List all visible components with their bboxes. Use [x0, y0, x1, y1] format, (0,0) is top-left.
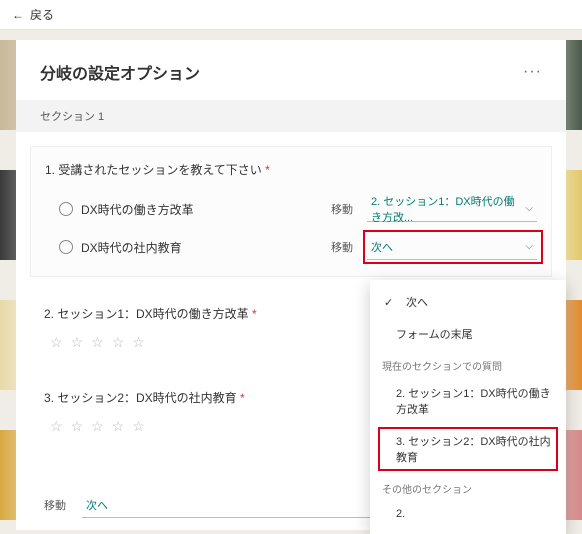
star-icon: ☆	[132, 418, 145, 435]
star-icon: ☆	[132, 334, 145, 351]
check-icon: ✓	[384, 296, 398, 309]
star-icon: ☆	[91, 334, 104, 351]
menu-header-current: 現在のセクションでの質問	[370, 350, 566, 377]
go-label: 移動	[44, 497, 66, 513]
go-label: 移動	[331, 239, 353, 255]
required-mark: *	[240, 391, 245, 405]
question-1-title: 1. 受講されたセッションを教えて下さい *	[45, 161, 537, 178]
star-icon: ☆	[50, 418, 63, 435]
option-a-row: DX時代の働き方改革 移動 2. セッション1：DX時代の働き方改... ⌵	[45, 190, 537, 228]
star-icon: ☆	[71, 418, 84, 435]
chevron-down-icon: ⌵	[525, 203, 533, 214]
more-icon[interactable]: ···	[523, 63, 542, 81]
menu-item-other-section[interactable]: 2.	[370, 500, 566, 528]
option-a-label: DX時代の働き方改革	[81, 201, 323, 218]
question-1-card: 1. 受講されたセッションを教えて下さい * DX時代の働き方改革 移動 2. …	[30, 146, 552, 277]
back-button[interactable]: ← 戻る	[12, 6, 54, 23]
required-mark: *	[252, 307, 257, 321]
menu-item-session2[interactable]: 3. セッション2：DX時代の社内教育	[370, 425, 566, 473]
radio-icon[interactable]	[59, 240, 73, 254]
target-dropdown-menu: ✓ 次へ フォームの末尾 現在のセクションでの質問 2. セッション1：DX時代…	[370, 280, 566, 534]
menu-item-session1[interactable]: 2. セッション1：DX時代の働き方改革	[370, 377, 566, 425]
option-a-target-dropdown[interactable]: 2. セッション1：DX時代の働き方改... ⌵	[367, 196, 537, 222]
page-title: 分岐の設定オプション	[40, 60, 200, 84]
star-icon: ☆	[91, 418, 104, 435]
menu-header-other: その他のセクション	[370, 473, 566, 500]
option-b-label: DX時代の社内教育	[81, 239, 323, 256]
chevron-down-icon: ⌵	[525, 241, 533, 252]
required-mark: *	[265, 163, 270, 177]
star-icon: ☆	[71, 334, 84, 351]
section-label: セクション 1	[16, 100, 566, 132]
star-icon: ☆	[112, 418, 125, 435]
menu-item-end[interactable]: フォームの末尾	[370, 318, 566, 350]
topbar: ← 戻る	[0, 0, 582, 30]
radio-icon[interactable]	[59, 202, 73, 216]
star-icon: ☆	[50, 334, 63, 351]
option-b-target-dropdown[interactable]: 次へ ⌵	[367, 234, 537, 260]
star-icon: ☆	[112, 334, 125, 351]
menu-item-next[interactable]: ✓ 次へ	[370, 286, 566, 318]
arrow-left-icon: ←	[12, 8, 24, 22]
go-label: 移動	[331, 201, 353, 217]
back-label: 戻る	[30, 6, 54, 23]
option-b-row: DX時代の社内教育 移動 次へ ⌵	[45, 228, 537, 266]
